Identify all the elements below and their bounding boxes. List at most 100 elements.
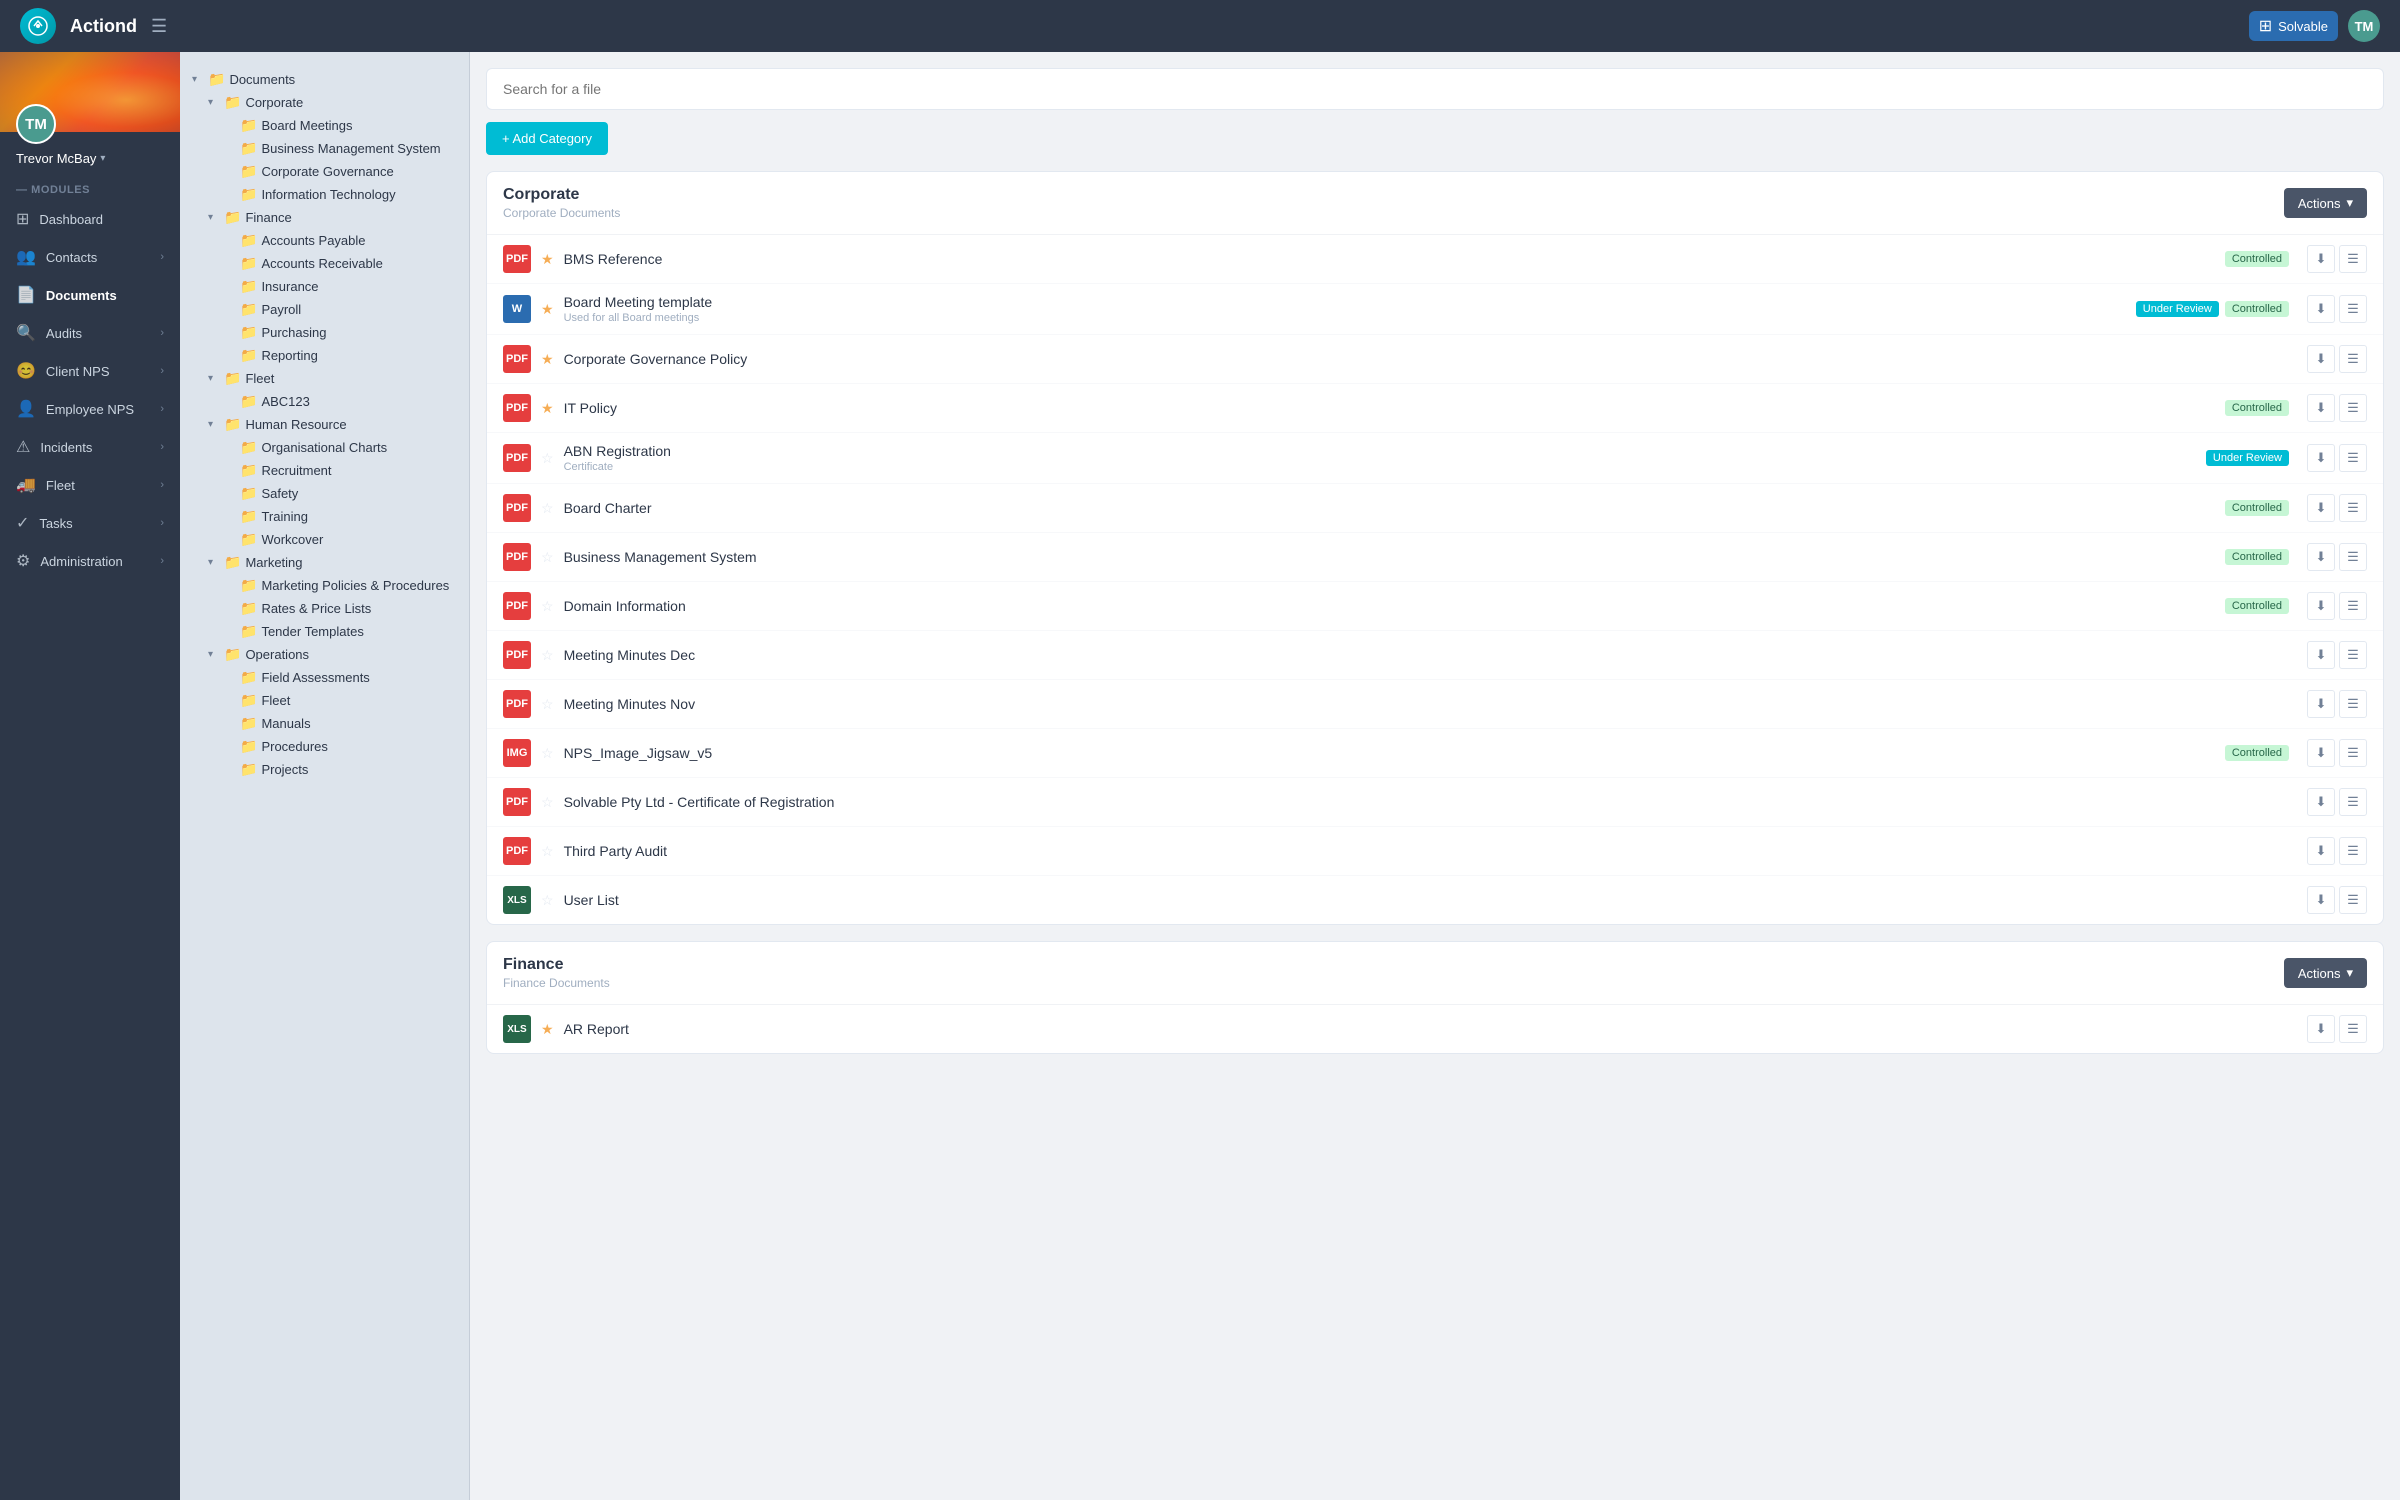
tree-node-information-technology[interactable]: 📁 Information Technology bbox=[192, 183, 457, 206]
star-icon[interactable]: ☆ bbox=[541, 745, 554, 762]
menu-button[interactable]: ☰ bbox=[2339, 345, 2367, 373]
sidebar-item-client-nps[interactable]: 😊 Client NPS › bbox=[0, 352, 180, 390]
star-icon[interactable]: ☆ bbox=[541, 794, 554, 811]
tree-node-accounts-receivable[interactable]: 📁 Accounts Receivable bbox=[192, 252, 457, 275]
corporate-actions-button[interactable]: Actions ▾ bbox=[2284, 188, 2367, 218]
download-button[interactable]: ⬇ bbox=[2307, 886, 2335, 914]
star-icon[interactable]: ★ bbox=[541, 251, 554, 268]
menu-button[interactable]: ☰ bbox=[2339, 641, 2367, 669]
file-badges: Controlled bbox=[2225, 251, 2289, 267]
file-row: PDF ☆ Meeting Minutes Dec ⬇ ☰ bbox=[487, 631, 2383, 680]
sidebar-item-fleet[interactable]: 🚚 Fleet › bbox=[0, 466, 180, 504]
tree-node-insurance[interactable]: 📁 Insurance bbox=[192, 275, 457, 298]
menu-button[interactable]: ☰ bbox=[2339, 592, 2367, 620]
tree-node-board-meetings[interactable]: 📁 Board Meetings bbox=[192, 114, 457, 137]
tree-node-field-assessments[interactable]: 📁 Field Assessments bbox=[192, 666, 457, 689]
download-button[interactable]: ⬇ bbox=[2307, 739, 2335, 767]
star-icon[interactable]: ☆ bbox=[541, 598, 554, 615]
menu-button[interactable]: ☰ bbox=[2339, 245, 2367, 273]
star-icon[interactable]: ★ bbox=[541, 1021, 554, 1038]
menu-button[interactable]: ☰ bbox=[2339, 394, 2367, 422]
download-button[interactable]: ⬇ bbox=[2307, 345, 2335, 373]
tree-node-fleet-ops[interactable]: 📁 Fleet bbox=[192, 689, 457, 712]
download-button[interactable]: ⬇ bbox=[2307, 543, 2335, 571]
tree-node-rates-price-lists[interactable]: 📁 Rates & Price Lists bbox=[192, 597, 457, 620]
tree-node-corporate-governance[interactable]: 📁 Corporate Governance bbox=[192, 160, 457, 183]
star-icon[interactable]: ☆ bbox=[541, 500, 554, 517]
tree-node-corporate[interactable]: ▾ 📁 Corporate bbox=[192, 91, 457, 114]
menu-button[interactable]: ☰ bbox=[2339, 739, 2367, 767]
finance-actions-button[interactable]: Actions ▾ bbox=[2284, 958, 2367, 988]
sidebar-item-documents[interactable]: 📄 Documents bbox=[0, 276, 180, 314]
star-icon[interactable]: ☆ bbox=[541, 696, 554, 713]
download-button[interactable]: ⬇ bbox=[2307, 690, 2335, 718]
tree-node-bms[interactable]: 📁 Business Management System bbox=[192, 137, 457, 160]
pdf-icon: PDF bbox=[503, 641, 531, 669]
menu-button[interactable]: ☰ bbox=[2339, 543, 2367, 571]
add-category-button[interactable]: + Add Category bbox=[486, 122, 608, 155]
sidebar-item-employee-nps[interactable]: 👤 Employee NPS › bbox=[0, 390, 180, 428]
star-icon[interactable]: ☆ bbox=[541, 647, 554, 664]
download-button[interactable]: ⬇ bbox=[2307, 1015, 2335, 1043]
tree-node-human-resource[interactable]: ▾ 📁 Human Resource bbox=[192, 413, 457, 436]
file-row: PDF ☆ Business Management System Control… bbox=[487, 533, 2383, 582]
tree-node-accounts-payable[interactable]: 📁 Accounts Payable bbox=[192, 229, 457, 252]
tree-node-marketing-policies[interactable]: 📁 Marketing Policies & Procedures bbox=[192, 574, 457, 597]
menu-button[interactable]: ☰ bbox=[2339, 1015, 2367, 1043]
menu-button[interactable]: ☰ bbox=[2339, 886, 2367, 914]
sidebar-username[interactable]: Trevor McBay ▾ bbox=[16, 151, 105, 166]
tree-node-abc123[interactable]: 📁 ABC123 bbox=[192, 390, 457, 413]
sidebar-item-incidents[interactable]: ⚠ Incidents › bbox=[0, 428, 180, 466]
download-button[interactable]: ⬇ bbox=[2307, 494, 2335, 522]
tree-node-documents[interactable]: ▾ 📁 Documents bbox=[192, 68, 457, 91]
tree-node-org-charts[interactable]: 📁 Organisational Charts bbox=[192, 436, 457, 459]
tree-node-workcover[interactable]: 📁 Workcover bbox=[192, 528, 457, 551]
star-icon[interactable]: ☆ bbox=[541, 549, 554, 566]
sidebar-item-administration[interactable]: ⚙ Administration › bbox=[0, 542, 180, 580]
tree-node-tender-templates[interactable]: 📁 Tender Templates bbox=[192, 620, 457, 643]
tree-node-fleet[interactable]: ▾ 📁 Fleet bbox=[192, 367, 457, 390]
download-button[interactable]: ⬇ bbox=[2307, 788, 2335, 816]
star-icon[interactable]: ☆ bbox=[541, 843, 554, 860]
topnav-left: Actiond ☰ bbox=[20, 8, 167, 44]
tree-node-safety[interactable]: 📁 Safety bbox=[192, 482, 457, 505]
download-button[interactable]: ⬇ bbox=[2307, 837, 2335, 865]
download-button[interactable]: ⬇ bbox=[2307, 444, 2335, 472]
download-button[interactable]: ⬇ bbox=[2307, 295, 2335, 323]
tree-node-training[interactable]: 📁 Training bbox=[192, 505, 457, 528]
sidebar-item-contacts[interactable]: 👥 Contacts › bbox=[0, 238, 180, 276]
download-button[interactable]: ⬇ bbox=[2307, 592, 2335, 620]
file-badges: Controlled bbox=[2225, 400, 2289, 416]
sidebar-item-audits[interactable]: 🔍 Audits › bbox=[0, 314, 180, 352]
menu-button[interactable]: ☰ bbox=[2339, 295, 2367, 323]
download-button[interactable]: ⬇ bbox=[2307, 394, 2335, 422]
star-icon[interactable]: ★ bbox=[541, 400, 554, 417]
menu-button[interactable]: ☰ bbox=[2339, 690, 2367, 718]
tree-node-procedures[interactable]: 📁 Procedures bbox=[192, 735, 457, 758]
menu-button[interactable]: ☰ bbox=[2339, 837, 2367, 865]
hamburger-button[interactable]: ☰ bbox=[151, 16, 167, 37]
download-button[interactable]: ⬇ bbox=[2307, 245, 2335, 273]
search-input[interactable] bbox=[503, 81, 2367, 97]
user-avatar-topnav[interactable]: TM bbox=[2348, 10, 2380, 42]
tree-node-purchasing[interactable]: 📁 Purchasing bbox=[192, 321, 457, 344]
star-icon[interactable]: ★ bbox=[541, 351, 554, 368]
tree-node-operations[interactable]: ▾ 📁 Operations bbox=[192, 643, 457, 666]
menu-button[interactable]: ☰ bbox=[2339, 494, 2367, 522]
tree-node-marketing[interactable]: ▾ 📁 Marketing bbox=[192, 551, 457, 574]
download-button[interactable]: ⬇ bbox=[2307, 641, 2335, 669]
star-icon[interactable]: ☆ bbox=[541, 450, 554, 467]
tree-node-reporting[interactable]: 📁 Reporting bbox=[192, 344, 457, 367]
folder-icon-purchasing: 📁 bbox=[240, 324, 257, 341]
tree-node-manuals[interactable]: 📁 Manuals bbox=[192, 712, 457, 735]
tree-node-recruitment[interactable]: 📁 Recruitment bbox=[192, 459, 457, 482]
star-icon[interactable]: ☆ bbox=[541, 892, 554, 909]
star-icon[interactable]: ★ bbox=[541, 301, 554, 318]
menu-button[interactable]: ☰ bbox=[2339, 444, 2367, 472]
tree-node-finance[interactable]: ▾ 📁 Finance bbox=[192, 206, 457, 229]
tree-node-payroll[interactable]: 📁 Payroll bbox=[192, 298, 457, 321]
tree-node-projects[interactable]: 📁 Projects bbox=[192, 758, 457, 781]
sidebar-item-tasks[interactable]: ✓ Tasks › bbox=[0, 504, 180, 542]
menu-button[interactable]: ☰ bbox=[2339, 788, 2367, 816]
sidebar-item-dashboard[interactable]: ⊞ Dashboard bbox=[0, 200, 180, 238]
